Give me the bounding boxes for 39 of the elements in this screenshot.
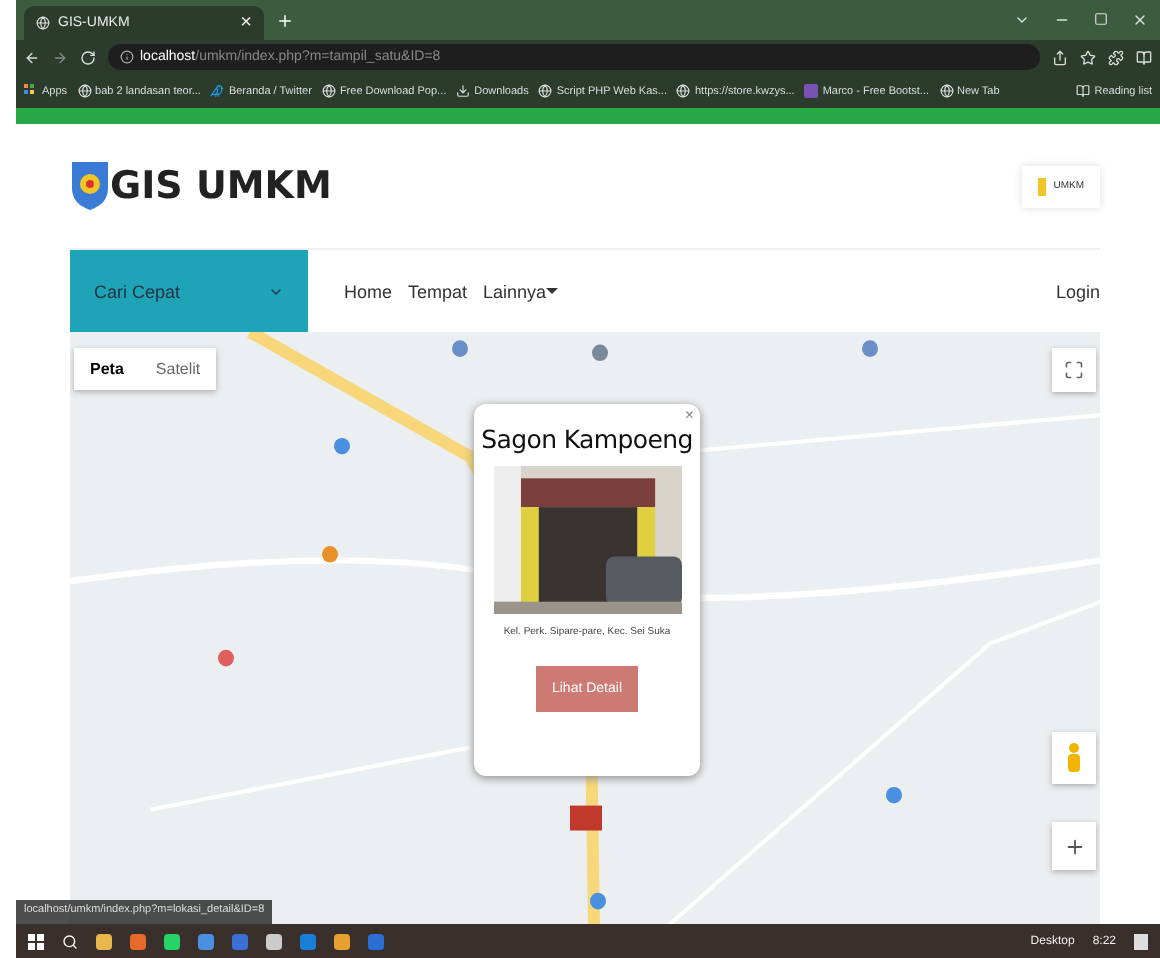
maximize-icon[interactable] bbox=[1094, 12, 1108, 26]
info-icon bbox=[120, 50, 134, 64]
tab-close-button[interactable]: × bbox=[240, 12, 252, 34]
globe-icon bbox=[676, 84, 691, 98]
share-icon[interactable] bbox=[1052, 49, 1068, 65]
taskbar-app-icon[interactable] bbox=[130, 933, 146, 949]
globe-icon bbox=[36, 16, 50, 30]
new-tab-icon[interactable] bbox=[276, 11, 294, 29]
taskbar-app-icon[interactable] bbox=[96, 933, 112, 949]
bookmark-icon bbox=[804, 84, 819, 98]
back-icon[interactable] bbox=[24, 49, 40, 65]
nav-link[interactable]: Home bbox=[344, 281, 393, 301]
search-icon[interactable] bbox=[62, 933, 78, 949]
globe-icon bbox=[77, 84, 92, 98]
site-logo: GIS UMKM bbox=[110, 164, 332, 208]
reading-icon[interactable] bbox=[1136, 49, 1152, 65]
taskbar-app-icon[interactable] bbox=[266, 933, 282, 949]
quick-search-dropdown[interactable]: Cari Cepat bbox=[70, 250, 308, 332]
shield-logo-icon bbox=[70, 160, 110, 212]
bookmark-star-icon[interactable] bbox=[1080, 49, 1096, 65]
taskbar-app-icon[interactable] bbox=[334, 933, 350, 949]
taskbar-app-icon[interactable] bbox=[164, 933, 180, 949]
forward-icon[interactable] bbox=[52, 49, 68, 65]
apps-grid-icon bbox=[24, 84, 38, 98]
globe-icon bbox=[939, 84, 953, 98]
globe-icon bbox=[321, 84, 336, 98]
book-icon bbox=[1076, 84, 1091, 98]
bird-icon bbox=[210, 84, 225, 98]
reload-icon[interactable] bbox=[80, 49, 96, 65]
login-link[interactable]: Login bbox=[1055, 281, 1100, 301]
taskbar-app-icon[interactable] bbox=[198, 933, 214, 949]
nav-link[interactable]: Lainnya bbox=[483, 281, 559, 301]
extensions-icon[interactable] bbox=[1108, 49, 1124, 65]
windows-icon[interactable] bbox=[28, 933, 44, 949]
close-icon[interactable] bbox=[1132, 12, 1148, 28]
tab-search-icon[interactable] bbox=[1014, 12, 1030, 28]
nav-link[interactable]: Tempat bbox=[408, 281, 468, 301]
globe-icon bbox=[538, 84, 553, 98]
download-icon bbox=[456, 84, 471, 98]
